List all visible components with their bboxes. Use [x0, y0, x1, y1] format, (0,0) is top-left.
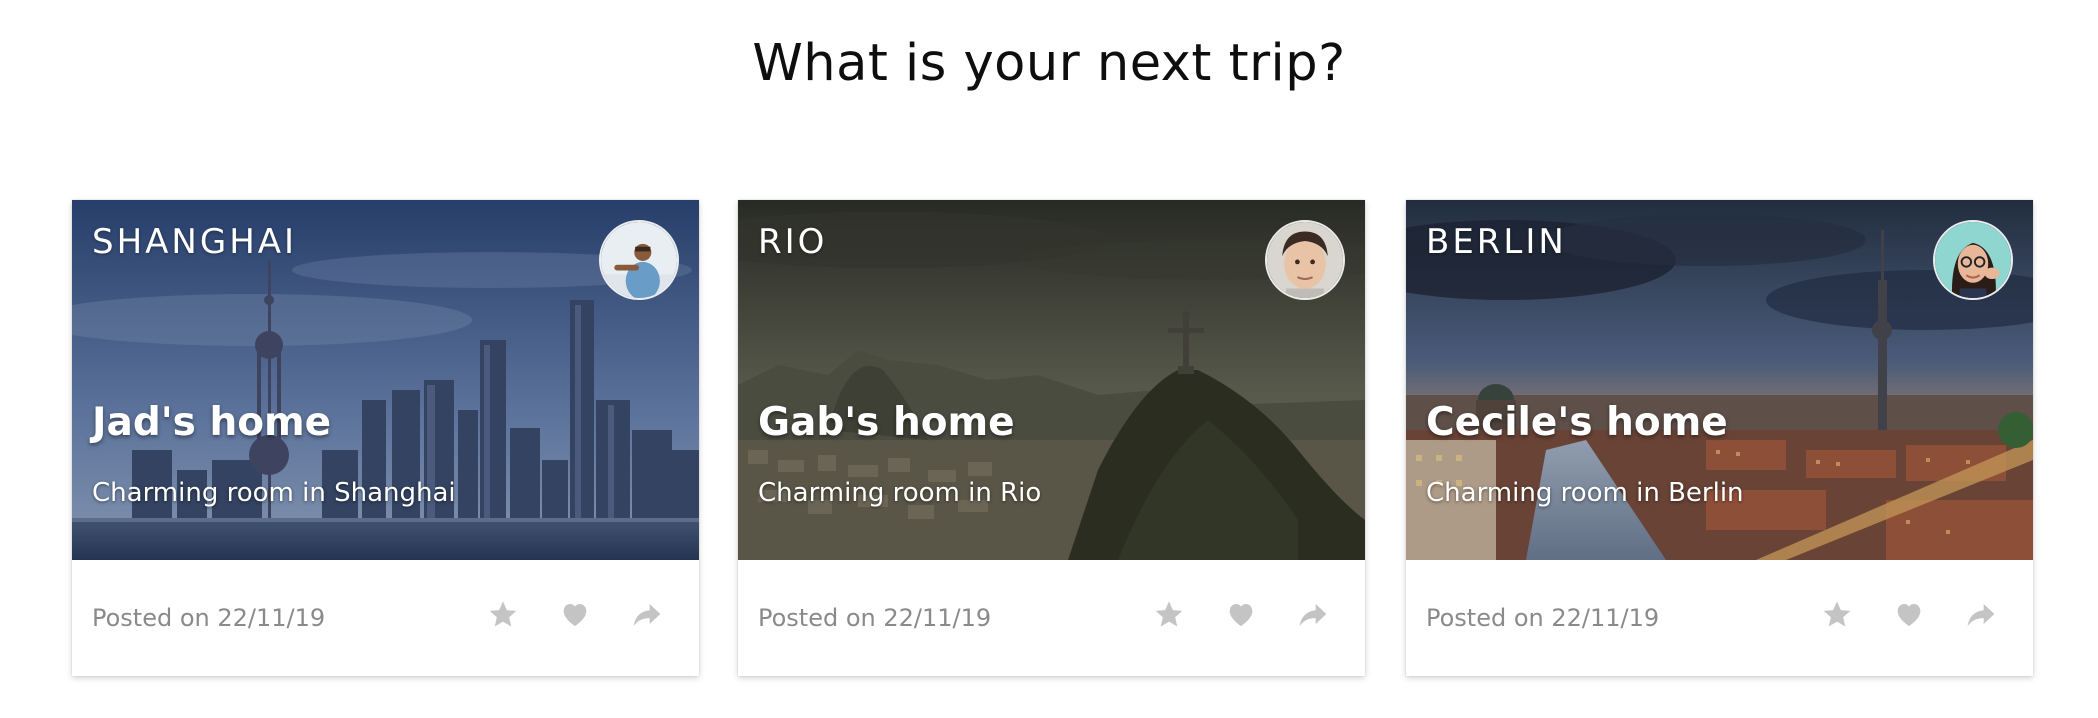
host-avatar[interactable] [1933, 220, 2013, 300]
trip-card-list: SHANGHAI Jad's home Charming room in Sha… [72, 200, 2033, 678]
heart-button[interactable] [1893, 598, 1925, 630]
card-actions [487, 598, 663, 630]
star-button[interactable] [487, 598, 519, 630]
star-icon [489, 601, 517, 627]
card-home-title: Jad's home [92, 400, 332, 445]
card-image-rio[interactable]: RIO Gab's home Charming room in Rio [738, 200, 1365, 560]
host-avatar[interactable] [1265, 220, 1345, 300]
trip-card-berlin[interactable]: BERLIN Cecile's home Charming room in Be… [1406, 200, 2033, 676]
card-actions [1821, 598, 1997, 630]
star-button[interactable] [1153, 598, 1185, 630]
card-footer: Posted on 22/11/19 [72, 560, 699, 676]
share-icon [1967, 604, 1995, 626]
host-avatar[interactable] [599, 220, 679, 300]
share-button[interactable] [1297, 598, 1329, 630]
heart-icon [1229, 604, 1253, 626]
card-city-label: RIO [758, 222, 828, 262]
share-button[interactable] [1965, 598, 1997, 630]
heart-icon [563, 604, 587, 626]
star-icon [1823, 601, 1851, 627]
card-home-title: Gab's home [758, 400, 1015, 445]
share-icon [1299, 604, 1327, 626]
share-icon [633, 604, 661, 626]
card-footer: Posted on 22/11/19 [1406, 560, 2033, 676]
posted-date: Posted on 22/11/19 [92, 604, 326, 632]
card-image-shanghai[interactable]: SHANGHAI Jad's home Charming room in Sha… [72, 200, 699, 560]
card-actions [1153, 598, 1329, 630]
heart-button[interactable] [1225, 598, 1257, 630]
posted-date: Posted on 22/11/19 [758, 604, 992, 632]
card-home-title: Cecile's home [1426, 400, 1728, 445]
page-title: What is your next trip? [752, 34, 1346, 93]
heart-icon [1897, 604, 1921, 626]
card-home-subtitle: Charming room in Rio [758, 478, 1042, 508]
trip-card-shanghai[interactable]: SHANGHAI Jad's home Charming room in Sha… [72, 200, 699, 676]
trip-card-rio[interactable]: RIO Gab's home Charming room in Rio Post… [738, 200, 1365, 676]
card-city-label: SHANGHAI [92, 222, 298, 262]
card-footer: Posted on 22/11/19 [738, 560, 1365, 676]
card-image-berlin[interactable]: BERLIN Cecile's home Charming room in Be… [1406, 200, 2033, 560]
card-city-label: BERLIN [1426, 222, 1567, 262]
posted-date: Posted on 22/11/19 [1426, 604, 1660, 632]
heart-button[interactable] [559, 598, 591, 630]
star-icon [1155, 601, 1183, 627]
share-button[interactable] [631, 598, 663, 630]
star-button[interactable] [1821, 598, 1853, 630]
card-home-subtitle: Charming room in Shanghai [92, 478, 456, 508]
card-home-subtitle: Charming room in Berlin [1426, 478, 1744, 508]
